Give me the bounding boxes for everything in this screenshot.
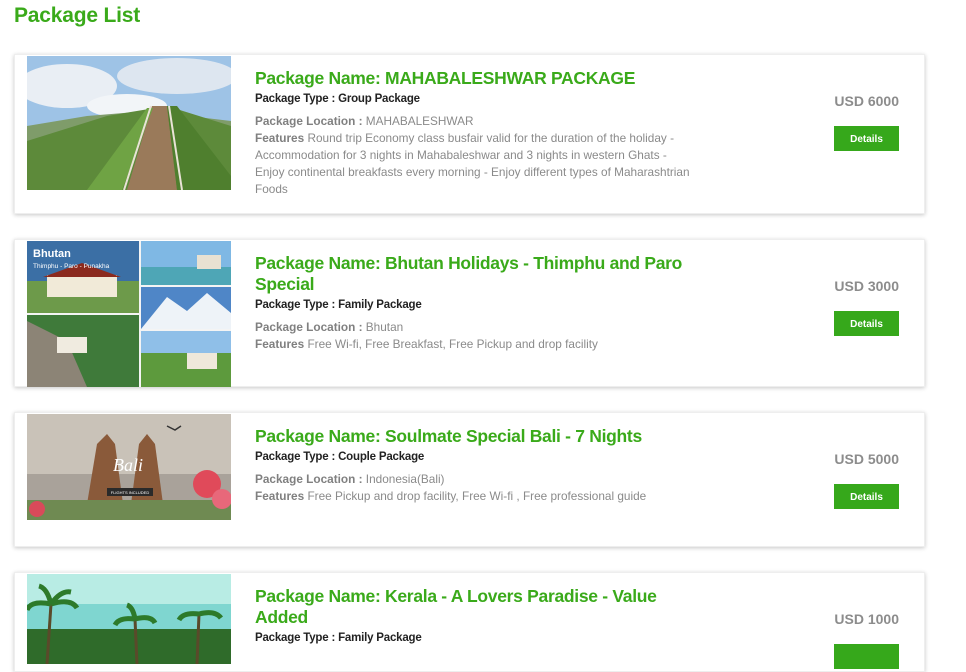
page-title: Package List (14, 4, 140, 27)
package-info: Package Name: Kerala - A Lovers Paradise… (255, 586, 685, 644)
features-label: Features (255, 131, 305, 145)
features-value: Free Pickup and drop facility, Free Wi-f… (307, 489, 647, 503)
package-price: USD 5000 (834, 451, 899, 467)
features-value: Round trip Economy class busfair valid f… (255, 131, 690, 196)
package-type: Package Type : Group Package (255, 93, 420, 105)
package-price: USD 3000 (834, 278, 899, 294)
location-value: MAHABALESHWAR (365, 114, 474, 128)
package-card-mahabaleshwar: Package Name: MAHABALESHWAR PACKAGE Pack… (14, 54, 925, 214)
package-info: Package Name: Soulmate Special Bali - 7 … (255, 426, 695, 505)
location-value: Indonesia(Bali) (365, 472, 445, 486)
details-button[interactable]: Details (834, 484, 899, 509)
package-info: Package Name: Bhutan Holidays - Thimphu … (255, 253, 685, 353)
location-value: Bhutan (365, 320, 404, 334)
package-type: Package Type : Family Package (255, 632, 422, 644)
features-label: Features (255, 489, 305, 503)
package-image-bali[interactable]: Bali FLIGHTS INCLUDED (27, 414, 231, 520)
package-type: Package Type : Family Package (255, 299, 422, 311)
image-caption-subtitle: FLIGHTS INCLUDED (111, 490, 150, 495)
package-image-bhutan[interactable]: Bhutan Thimphu - Paro - Punakha (27, 241, 231, 387)
package-price: USD 6000 (834, 93, 899, 109)
details-button[interactable]: Details (834, 126, 899, 151)
package-description: Package Location : Indonesia(Bali) Featu… (255, 471, 695, 505)
image-caption-title: Bali (113, 455, 143, 475)
package-price: USD 1000 (834, 611, 899, 627)
details-button[interactable] (834, 644, 899, 669)
package-description: Package Location : MAHABALESHWAR Feature… (255, 113, 695, 198)
package-name[interactable]: Package Name: MAHABALESHWAR PACKAGE (255, 68, 695, 89)
image-caption-subtitle: Thimphu - Paro - Punakha (33, 263, 110, 270)
package-type: Package Type : Couple Package (255, 451, 425, 463)
package-name[interactable]: Package Name: Soulmate Special Bali - 7 … (255, 426, 695, 447)
location-label: Package Location : (255, 320, 366, 334)
location-label: Package Location : (255, 114, 366, 128)
package-description: Package Location : Bhutan Features Free … (255, 319, 685, 353)
features-value: Free Wi-fi, Free Breakfast, Free Pickup … (307, 337, 598, 351)
package-image-mahabaleshwar[interactable] (27, 56, 231, 190)
package-card-kerala: Package Name: Kerala - A Lovers Paradise… (14, 572, 925, 672)
features-label: Features (255, 337, 305, 351)
image-caption-title: Bhutan (33, 248, 71, 260)
package-name[interactable]: Package Name: Kerala - A Lovers Paradise… (255, 586, 685, 628)
location-label: Package Location : (255, 472, 366, 486)
package-name[interactable]: Package Name: Bhutan Holidays - Thimphu … (255, 253, 685, 295)
package-image-kerala[interactable] (27, 574, 231, 664)
package-info: Package Name: MAHABALESHWAR PACKAGE Pack… (255, 68, 695, 198)
details-button[interactable]: Details (834, 311, 899, 336)
package-card-bhutan: Bhutan Thimphu - Paro - Punakha Package … (14, 239, 925, 387)
package-card-bali: Bali FLIGHTS INCLUDED Package Name: Soul… (14, 412, 925, 547)
